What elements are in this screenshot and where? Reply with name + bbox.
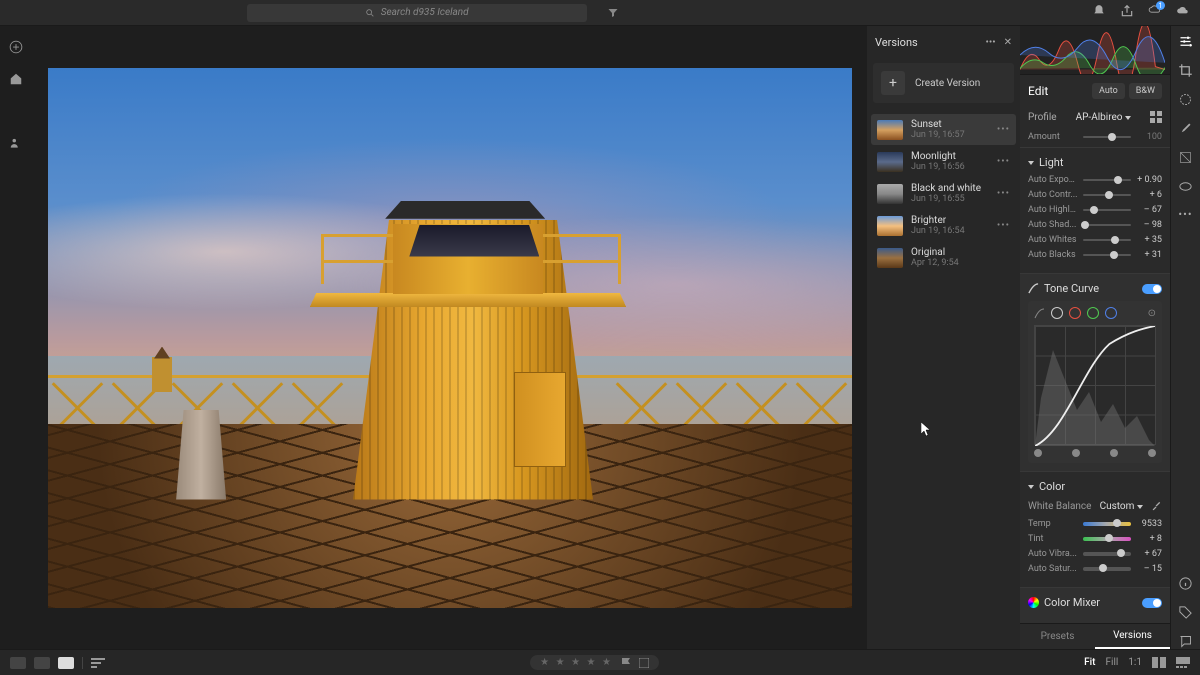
curve-target-icon[interactable]: ⊙ xyxy=(1148,308,1156,319)
versions-title: Versions xyxy=(875,36,918,49)
version-more-icon[interactable]: ••• xyxy=(997,188,1010,199)
amount-label: Amount xyxy=(1028,132,1078,142)
view-single[interactable] xyxy=(58,657,74,669)
adjust-icon[interactable] xyxy=(1178,34,1193,49)
cloud-sync-icon[interactable]: 1 xyxy=(1148,4,1162,21)
slider[interactable] xyxy=(1083,194,1131,196)
canvas-area xyxy=(32,26,867,649)
eyedropper-icon[interactable] xyxy=(1151,501,1162,512)
flag-icon[interactable] xyxy=(621,658,631,668)
share-icon[interactable] xyxy=(1120,4,1134,18)
version-thumb xyxy=(877,152,903,172)
info-icon[interactable] xyxy=(1178,576,1193,591)
zoom-fit[interactable]: Fit xyxy=(1084,657,1095,668)
filmstrip-icon[interactable] xyxy=(1176,657,1190,668)
version-item[interactable]: Black and whiteJun 19, 16:55 ••• xyxy=(871,178,1016,209)
bell-icon[interactable] xyxy=(1092,4,1106,18)
view-grid-small[interactable] xyxy=(10,657,26,669)
bottom-bar: ★ ★ ★ ★ ★ Fit Fill 1:1 xyxy=(0,649,1200,675)
curve-channel-blue[interactable] xyxy=(1105,307,1117,319)
version-more-icon[interactable]: ••• xyxy=(997,124,1010,135)
heal-icon[interactable] xyxy=(1178,92,1193,107)
home-icon[interactable] xyxy=(9,72,23,86)
slider[interactable] xyxy=(1083,239,1131,241)
add-icon[interactable] xyxy=(9,40,23,54)
people-icon[interactable] xyxy=(9,136,23,150)
star-rating[interactable]: ★ ★ ★ ★ ★ xyxy=(540,657,613,668)
curve-channel-red[interactable] xyxy=(1069,307,1081,319)
color-mixer-toggle[interactable] xyxy=(1142,598,1162,608)
version-item[interactable]: OriginalApr 12, 9:54 xyxy=(871,242,1016,273)
version-more-icon[interactable]: ••• xyxy=(997,220,1010,231)
right-tool-rail: ••• xyxy=(1170,26,1200,649)
reject-icon[interactable] xyxy=(639,658,649,668)
zoom-fill[interactable]: Fill xyxy=(1105,657,1118,668)
color-wheel-icon xyxy=(1028,597,1039,608)
cloud-icon[interactable] xyxy=(1176,4,1190,18)
sync-badge: 1 xyxy=(1156,1,1165,10)
profile-selector[interactable]: AP-Albireo xyxy=(1076,112,1131,123)
more-tools-icon[interactable]: ••• xyxy=(1178,208,1192,221)
version-item[interactable]: BrighterJun 19, 16:54 ••• xyxy=(871,210,1016,241)
tags-icon[interactable] xyxy=(1178,605,1193,620)
zoom-1to1[interactable]: 1:1 xyxy=(1128,657,1142,668)
close-icon[interactable]: ✕ xyxy=(1004,37,1012,48)
profile-label: Profile xyxy=(1028,112,1057,123)
search-placeholder: Search d935 Iceland xyxy=(381,7,469,18)
slider[interactable] xyxy=(1083,537,1131,541)
version-item[interactable]: MoonlightJun 19, 16:56 ••• xyxy=(871,146,1016,177)
version-more-icon[interactable]: ••• xyxy=(997,156,1010,167)
curve-channel-green[interactable] xyxy=(1087,307,1099,319)
histogram[interactable] xyxy=(1020,26,1170,75)
versions-panel: Versions ••• ✕ + Create Version SunsetJu… xyxy=(867,26,1020,649)
slider[interactable] xyxy=(1083,209,1131,211)
crop-icon[interactable] xyxy=(1178,63,1193,78)
color-section-header[interactable]: Color xyxy=(1028,480,1162,493)
tone-curve-title: Tone Curve xyxy=(1044,282,1099,295)
slider[interactable] xyxy=(1083,567,1131,571)
search-input[interactable]: Search d935 Iceland xyxy=(247,4,587,22)
bw-button[interactable]: B&W xyxy=(1129,83,1162,99)
gradient-icon[interactable] xyxy=(1178,150,1193,165)
left-rail xyxy=(0,26,32,649)
slider[interactable] xyxy=(1083,224,1131,226)
version-item[interactable]: SunsetJun 19, 16:57 ••• xyxy=(871,114,1016,145)
radial-icon[interactable] xyxy=(1178,179,1193,194)
edit-panel: Edit Auto B&W Profile AP-Albireo Amount … xyxy=(1020,26,1170,649)
light-section-header[interactable]: Light xyxy=(1028,156,1162,169)
compare-icon[interactable] xyxy=(1152,657,1166,668)
slider[interactable] xyxy=(1083,254,1131,256)
curve-channel-luma[interactable] xyxy=(1051,307,1063,319)
sort-icon[interactable] xyxy=(91,658,105,668)
version-thumb xyxy=(877,184,903,204)
auto-button[interactable]: Auto xyxy=(1092,83,1125,99)
version-thumb xyxy=(877,120,903,140)
slider[interactable] xyxy=(1083,522,1131,526)
edit-title: Edit xyxy=(1028,84,1048,98)
photo-preview[interactable] xyxy=(48,68,852,608)
parametric-curve-icon[interactable] xyxy=(1034,308,1045,319)
slider[interactable] xyxy=(1083,179,1131,181)
amount-slider[interactable] xyxy=(1083,136,1131,138)
grid-icon[interactable] xyxy=(1150,111,1162,123)
curve-icon xyxy=(1028,283,1039,294)
tone-curve-toggle[interactable] xyxy=(1142,284,1162,294)
create-version-button[interactable]: + Create Version xyxy=(873,63,1014,103)
slider[interactable] xyxy=(1083,552,1131,556)
plus-icon: + xyxy=(881,71,905,95)
version-thumb xyxy=(877,216,903,236)
more-icon[interactable]: ••• xyxy=(985,37,995,48)
comments-icon[interactable] xyxy=(1178,634,1193,649)
brush-icon[interactable] xyxy=(1178,121,1193,136)
tab-versions[interactable]: Versions xyxy=(1095,624,1170,649)
filter-icon[interactable] xyxy=(607,7,619,19)
version-thumb xyxy=(877,248,903,268)
tone-curve-editor[interactable] xyxy=(1034,325,1156,445)
top-bar: Search d935 Iceland 1 xyxy=(0,0,1200,26)
tab-presets[interactable]: Presets xyxy=(1020,624,1095,649)
library-icon[interactable] xyxy=(9,104,23,118)
wb-label: White Balance xyxy=(1028,501,1091,512)
view-grid-large[interactable] xyxy=(34,657,50,669)
wb-selector[interactable]: Custom xyxy=(1100,501,1143,512)
